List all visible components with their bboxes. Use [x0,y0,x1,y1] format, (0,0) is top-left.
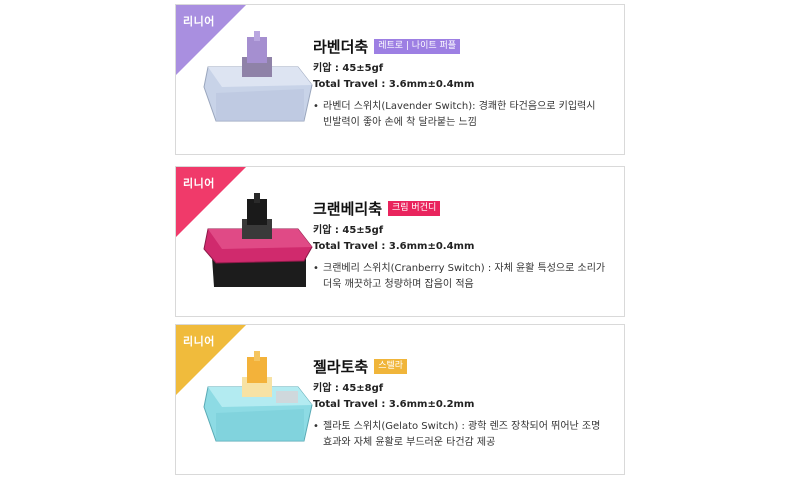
switch-name: 라벤더축 [313,37,369,56]
switch-card-lavender: 리니어 라벤더축 레트로 | 나이트 퍼플 키압 : 45±5gf Total … [175,4,625,155]
total-travel: Total Travel : 3.6mm±0.4mm [313,241,475,252]
switch-description: • 라벤더 스위치(Lavender Switch): 경쾌한 타건음으로 키입… [313,99,613,131]
description-line-2: 더욱 깨끗하고 청량하며 잡음이 적음 [323,279,474,290]
actuation-force: 키압 : 45±5gf [313,63,384,74]
switch-card-cranberry: 리니어 크랜베리축 크림 버건디 키압 : 45±5gf Total Trave… [175,166,625,317]
color-badge: 크림 버건디 [388,200,441,216]
total-travel: Total Travel : 3.6mm±0.4mm [313,79,475,90]
description-line-1: 젤라토 스위치(Gelato Switch) : 광학 렌즈 장착되어 뛰어난 … [323,421,601,432]
switch-description: • 크랜베리 스위치(Cranberry Switch) : 자체 윤활 특성으… [313,261,613,293]
ribbon-label: 리니어 [183,177,215,190]
description-line-2: 효과와 자체 윤활로 부드러운 타건감 제공 [323,437,496,448]
description-line-1: 라벤더 스위치(Lavender Switch): 경쾌한 타건음으로 키입력시 [323,101,596,112]
bullet: • [313,263,319,274]
lavender-switch-image [203,31,313,122]
actuation-force: 키압 : 45±5gf [313,225,384,236]
description-line-2: 빈발력이 좋아 손에 착 달라붙는 느낌 [323,117,477,128]
switch-description: • 젤라토 스위치(Gelato Switch) : 광학 렌즈 장착되어 뛰어… [313,419,613,451]
switch-info: 라벤더축 레트로 | 나이트 퍼플 키압 : 45±5gf Total Trav… [313,35,613,131]
cranberry-switch-image [203,193,313,287]
switch-info: 젤라토축 스텔라 키압 : 45±8gf Total Travel : 3.6m… [313,355,613,451]
color-badge: 스텔라 [374,358,408,374]
total-travel: Total Travel : 3.6mm±0.2mm [313,399,475,410]
actuation-force: 키압 : 45±8gf [313,383,384,394]
color-badge: 레트로 | 나이트 퍼플 [374,38,461,54]
bullet: • [313,421,319,432]
switch-name: 크랜베리축 [313,199,383,218]
description-line-1: 크랜베리 스위치(Cranberry Switch) : 자체 윤활 특성으로 … [323,263,606,274]
switch-name: 젤라토축 [313,357,369,376]
switch-info: 크랜베리축 크림 버건디 키압 : 45±5gf Total Travel : … [313,197,613,293]
gelato-switch-image [203,351,313,442]
ribbon-label: 리니어 [183,335,215,348]
ribbon-label: 리니어 [183,15,215,28]
switch-card-gelato: 리니어 젤라토축 스텔라 키압 : 45±8gf Total Travel : … [175,324,625,475]
bullet: • [313,101,319,112]
